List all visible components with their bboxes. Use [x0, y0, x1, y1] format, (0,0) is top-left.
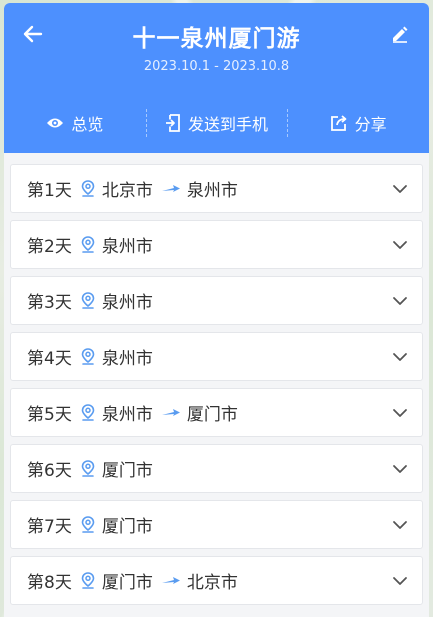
- route-arrow-icon: [161, 576, 181, 586]
- trip-title: 十一泉州厦门游: [132, 26, 301, 52]
- location-pin-icon: [80, 180, 96, 197]
- day-label: 第1天: [27, 181, 72, 201]
- chevron-down-icon[interactable]: [392, 576, 408, 586]
- location-pin-icon: [80, 460, 96, 477]
- from-city: 厦门市: [101, 517, 153, 537]
- send-to-phone-button[interactable]: 发送到手机: [145, 105, 288, 141]
- location-pin-icon: [80, 404, 96, 421]
- send-to-phone-icon: [166, 114, 180, 132]
- overview-button[interactable]: 总览: [4, 105, 146, 141]
- route-arrow-icon: [161, 184, 181, 194]
- send-to-phone-label: 发送到手机: [188, 115, 269, 134]
- from-city: 北京市: [101, 181, 153, 201]
- location-pin-icon: [80, 292, 96, 309]
- day-item-4[interactable]: 第4天 泉州市: [10, 332, 423, 381]
- to-city: 北京市: [186, 573, 238, 593]
- chevron-down-icon[interactable]: [392, 296, 408, 306]
- day-item-6[interactable]: 第6天 厦门市: [10, 444, 423, 493]
- day-label: 第6天: [27, 461, 72, 481]
- share-button[interactable]: 分享: [287, 105, 429, 141]
- location-pin-icon: [80, 348, 96, 365]
- day-label: 第2天: [27, 237, 72, 257]
- action-bar: 总览 发送到手机 分享: [4, 105, 429, 141]
- overview-label: 总览: [71, 115, 104, 134]
- day-item-5[interactable]: 第5天 泉州市 厦门市: [10, 388, 423, 437]
- from-city: 泉州市: [101, 293, 153, 313]
- trip-dates: 2023.10.1 - 2023.10.8: [143, 59, 290, 74]
- from-city: 泉州市: [101, 405, 153, 425]
- trip-header: 十一泉州厦门游 2023.10.1 - 2023.10.8 总览 发送到手机 分…: [4, 3, 429, 153]
- day-item-1[interactable]: 第1天 北京市 泉州市: [10, 164, 423, 213]
- chevron-down-icon[interactable]: [392, 408, 408, 418]
- share-label: 分享: [354, 115, 387, 134]
- day-label: 第3天: [27, 293, 72, 313]
- day-item-7[interactable]: 第7天 厦门市: [10, 500, 423, 549]
- route-arrow-icon: [161, 408, 181, 418]
- location-pin-icon: [80, 572, 96, 589]
- share-icon: [330, 115, 347, 131]
- to-city: 泉州市: [186, 181, 238, 201]
- day-label: 第4天: [27, 349, 72, 369]
- chevron-down-icon[interactable]: [392, 184, 408, 194]
- chevron-down-icon[interactable]: [392, 240, 408, 250]
- chevron-down-icon[interactable]: [392, 352, 408, 362]
- trip-panel: 十一泉州厦门游 2023.10.1 - 2023.10.8 总览 发送到手机 分…: [4, 3, 429, 617]
- location-pin-icon: [80, 516, 96, 533]
- to-city: 厦门市: [186, 405, 238, 425]
- edit-button[interactable]: [387, 21, 413, 47]
- day-label: 第5天: [27, 405, 72, 425]
- from-city: 厦门市: [101, 461, 153, 481]
- chevron-down-icon[interactable]: [392, 464, 408, 474]
- from-city: 泉州市: [101, 237, 153, 257]
- location-pin-icon: [80, 236, 96, 253]
- eye-icon: [47, 118, 64, 128]
- chevron-down-icon[interactable]: [392, 520, 408, 530]
- from-city: 泉州市: [101, 349, 153, 369]
- pencil-icon: [393, 26, 408, 43]
- day-item-8[interactable]: 第8天 厦门市 北京市: [10, 556, 423, 605]
- day-label: 第8天: [27, 573, 72, 593]
- from-city: 厦门市: [101, 573, 153, 593]
- day-item-2[interactable]: 第2天 泉州市: [10, 220, 423, 269]
- day-list: 第1天 北京市 泉州市 第2天 泉州市 第3天 泉州市 第4天 泉州市 第5天 …: [4, 153, 429, 605]
- day-label: 第7天: [27, 517, 72, 537]
- day-item-3[interactable]: 第3天 泉州市: [10, 276, 423, 325]
